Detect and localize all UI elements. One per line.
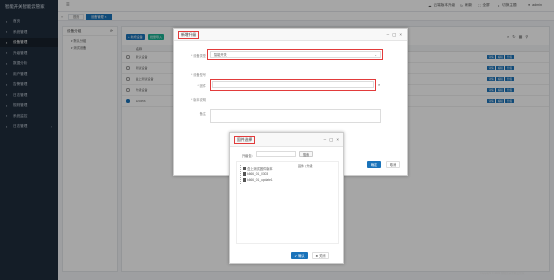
dialog-title: 新增升级 bbox=[178, 31, 200, 39]
minimize-icon[interactable]: – bbox=[387, 32, 390, 38]
file-icon bbox=[243, 172, 246, 176]
dialog-title: 固件选择 bbox=[234, 136, 256, 144]
filter-label: 升级包： bbox=[242, 154, 255, 158]
tree-line bbox=[240, 165, 241, 184]
tree-header: 固件 | 升级 bbox=[298, 164, 313, 168]
dialog-header: 新增升级 – ▢ × bbox=[174, 29, 407, 41]
device-type-select[interactable]: 智能开关 ⌄ bbox=[210, 51, 381, 58]
file-row[interactable]: 盒上测试固件版本 bbox=[243, 166, 273, 171]
firmware-filter-input[interactable] bbox=[256, 151, 296, 157]
close-button[interactable]: ✖ 关闭 bbox=[312, 252, 329, 259]
file-icon bbox=[243, 178, 246, 182]
confirm-button[interactable]: ✔ 确认 bbox=[291, 252, 308, 259]
file-icon bbox=[243, 166, 246, 171]
footer-copyright: Copyright © 2022 智能开关智能云管家 bbox=[480, 272, 525, 275]
device-type-label: * 设备类型 bbox=[191, 53, 206, 58]
search-button[interactable]: 搜索 bbox=[299, 151, 313, 157]
minimize-icon[interactable]: – bbox=[324, 137, 327, 143]
firmware-label: * 固件 bbox=[197, 84, 206, 88]
firmware-input[interactable] bbox=[212, 81, 374, 88]
close-icon[interactable]: × bbox=[336, 137, 339, 143]
device-model-label: * 设备型号 bbox=[191, 73, 206, 77]
version-desc-label: * 版本说明 bbox=[191, 98, 206, 102]
confirm-button[interactable]: 确定 bbox=[367, 161, 381, 168]
search-icon[interactable]: ⌕ bbox=[378, 82, 380, 87]
firmware-list: 固件 | 升级 盒上测试固件版本 k666_01_0303 k666_01_up… bbox=[236, 161, 339, 244]
maximize-icon[interactable]: ▢ bbox=[329, 137, 333, 143]
remark-textarea[interactable] bbox=[210, 109, 381, 123]
window-controls: – ▢ × bbox=[387, 32, 402, 38]
chevron-down-icon: ⌄ bbox=[374, 52, 377, 57]
file-row[interactable]: k666_01_0303 bbox=[243, 172, 268, 176]
window-controls: – ▢ × bbox=[324, 137, 339, 143]
remark-label: 备注 bbox=[199, 112, 206, 116]
close-icon[interactable]: × bbox=[399, 32, 402, 38]
cancel-button[interactable]: 取消 bbox=[386, 161, 400, 168]
firmware-select-dialog: 固件选择 – ▢ × 升级包： 搜索 固件 | 升级 盒上测试固件版本 k666… bbox=[229, 132, 344, 264]
file-row[interactable]: k666_01_update1 bbox=[243, 178, 273, 182]
maximize-icon[interactable]: ▢ bbox=[392, 32, 396, 38]
dialog-header: 固件选择 – ▢ × bbox=[230, 133, 343, 147]
